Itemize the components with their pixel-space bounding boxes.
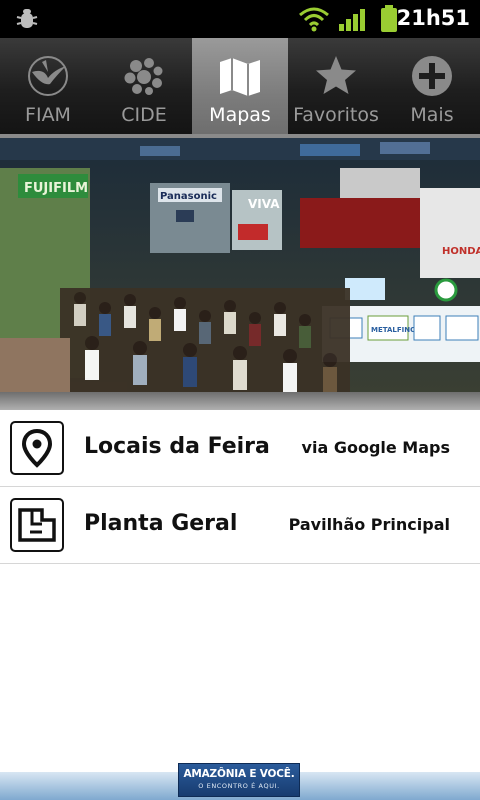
maps-list: Locais da Feira via Google Maps Planta G… xyxy=(0,410,480,564)
tab-label: Mapas xyxy=(209,104,271,126)
star-icon xyxy=(316,56,356,94)
tab-mais[interactable]: Mais xyxy=(384,38,480,134)
footer-logo: AMAZÔNIA E VOCÊ. O ENCONTRO É AQUI. xyxy=(178,763,300,797)
debug-bug-icon xyxy=(16,9,38,28)
tab-cide[interactable]: CIDE xyxy=(96,38,192,134)
wifi-icon xyxy=(299,7,329,32)
tab-favoritos[interactable]: Favoritos xyxy=(288,38,384,134)
banner-sign-viva: VIVA xyxy=(248,197,280,211)
tab-label: Mais xyxy=(410,104,454,126)
plus-circle-icon xyxy=(412,56,452,96)
banner-shadow xyxy=(0,392,480,410)
tab-label: Favoritos xyxy=(293,104,379,126)
banner-sign-panasonic: Panasonic xyxy=(160,191,217,202)
footer-logo-line1: AMAZÔNIA E VOCÊ. xyxy=(183,768,295,780)
map-pin-icon xyxy=(10,421,64,475)
floor-plan-icon xyxy=(10,498,64,552)
tab-mapas[interactable]: Mapas xyxy=(192,38,288,134)
list-item-planta-geral[interactable]: Planta Geral Pavilhão Principal xyxy=(0,487,480,564)
bird-icon xyxy=(28,56,68,96)
svg-text:FUJIFILM: FUJIFILM xyxy=(24,181,88,196)
tab-label: FIAM xyxy=(25,104,71,126)
tab-fiam[interactable]: FIAM xyxy=(0,38,96,134)
banner-sign-metalfino: METALFINO xyxy=(371,326,416,334)
list-item-title: Locais da Feira xyxy=(84,434,270,459)
list-item-subtitle: Pavilhão Principal xyxy=(288,515,450,534)
tab-label: CIDE xyxy=(121,104,167,126)
list-item-locais-da-feira[interactable]: Locais da Feira via Google Maps xyxy=(0,410,480,487)
list-item-title: Planta Geral xyxy=(84,511,238,536)
banner-sign-honda: HONDA xyxy=(442,246,480,257)
signal-icon xyxy=(339,9,365,31)
tab-bar: FIAM CIDE Mapas Favoritos Mais xyxy=(0,38,480,134)
status-bar: 21h51 xyxy=(0,0,480,38)
footer-logo-line2: O ENCONTRO É AQUI. xyxy=(198,782,280,790)
banner-photo: FUJIFILM Panasonic VIVA HONDA METALFINO xyxy=(0,138,480,392)
dots-cluster-icon xyxy=(124,58,163,95)
clock: 21h51 xyxy=(396,6,470,30)
battery-icon xyxy=(381,5,397,32)
list-item-subtitle: via Google Maps xyxy=(301,438,450,457)
map-icon xyxy=(220,58,260,96)
